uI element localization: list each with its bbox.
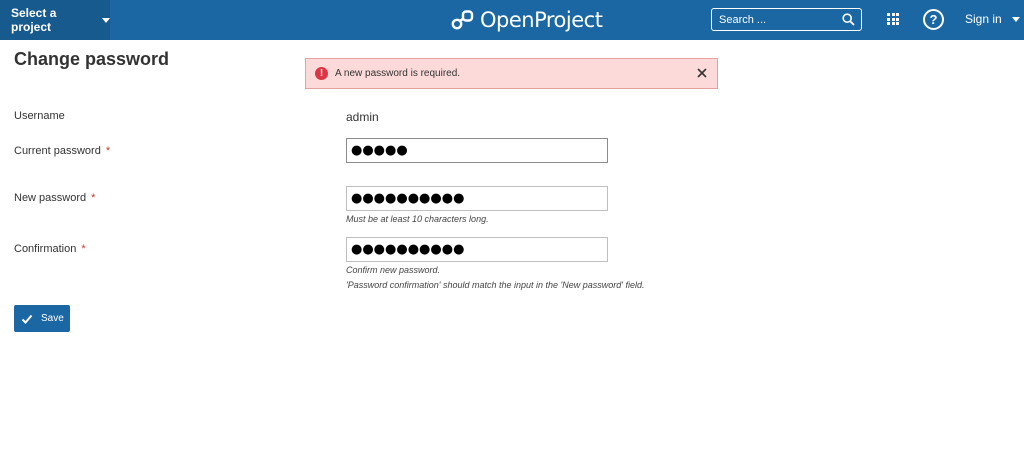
current-password-label: Current password * (14, 145, 110, 157)
current-password-field[interactable] (346, 138, 608, 163)
current-password-label-text: Current password (14, 145, 101, 157)
close-icon[interactable] (696, 67, 708, 79)
new-password-label: New password * (14, 192, 95, 204)
flash-text: A new password is required. (335, 68, 461, 79)
error-icon-glyph: ! (319, 68, 324, 79)
username-label: Username (14, 110, 65, 122)
search-icon[interactable] (842, 13, 855, 26)
caret-down-icon (1011, 16, 1020, 22)
search-input[interactable]: Search ... (711, 8, 862, 31)
help-glyph: ? (929, 12, 938, 27)
modules-grid-icon[interactable] (887, 13, 899, 25)
confirmation-field[interactable] (346, 237, 608, 262)
sign-in-label: Sign in (965, 12, 1002, 26)
error-flash-message: ! A new password is required. (305, 58, 718, 89)
save-button-label: Save (41, 313, 64, 324)
openproject-logo[interactable]: OpenProject (451, 7, 603, 33)
sign-in-menu[interactable]: Sign in (965, 12, 1020, 26)
search-placeholder: Search ... (719, 13, 767, 26)
confirmation-match-hint: 'Password confirmation' should match the… (346, 280, 645, 290)
new-password-hint: Must be at least 10 characters long. (346, 214, 489, 224)
error-icon: ! (315, 67, 328, 80)
new-password-field[interactable] (346, 186, 608, 211)
project-selector[interactable]: Select a project (0, 0, 110, 40)
confirmation-label-text: Confirmation (14, 243, 77, 255)
logo-text: OpenProject (480, 8, 603, 32)
logo-icon (451, 10, 474, 30)
caret-down-icon (102, 17, 110, 23)
required-marker: * (91, 192, 96, 204)
checkmark-icon (21, 314, 33, 324)
save-button[interactable]: Save (14, 305, 70, 332)
confirmation-label: Confirmation * (14, 243, 86, 255)
help-icon[interactable]: ? (923, 9, 944, 30)
page-title: Change password (14, 49, 170, 69)
top-header: Select a project OpenProject Search ... … (0, 0, 1024, 40)
username-value: admin (346, 110, 379, 124)
project-selector-label: Select a project (11, 6, 57, 34)
required-marker: * (105, 145, 111, 157)
username-label-text: Username (14, 110, 65, 122)
new-password-label-text: New password (14, 192, 87, 204)
confirmation-hint: Confirm new password. (346, 265, 441, 275)
required-marker: * (81, 243, 86, 255)
